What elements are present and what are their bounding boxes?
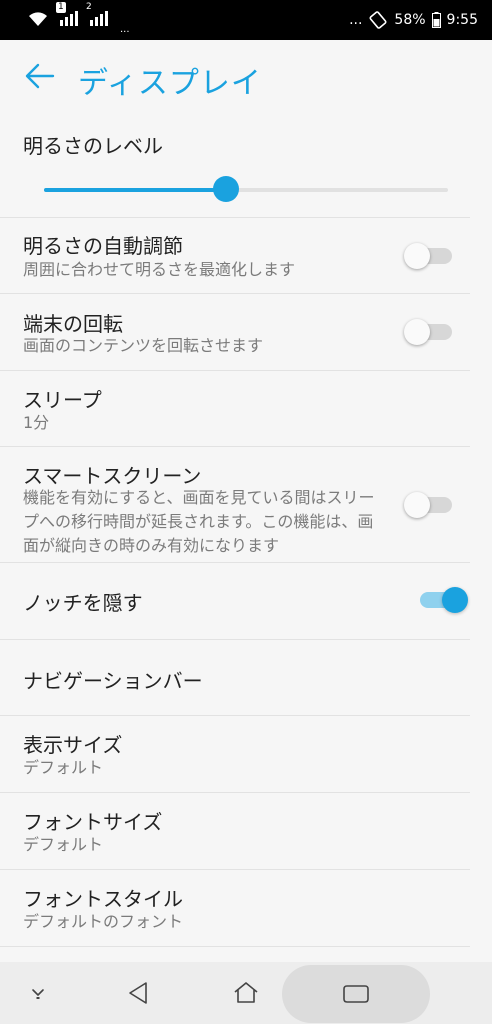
setting-font-style[interactable]: フォントスタイル デフォルトのフォント [0,870,492,946]
brightness-slider[interactable] [44,176,448,202]
system-navigation-bar [0,962,492,1024]
wifi-icon [29,12,47,26]
setting-title: スマートスクリーン [23,464,202,488]
slider-fill [44,188,226,192]
setting-subtitle: 画面のコンテンツを回転させます [23,336,264,355]
sim2-signal-icon: 2 [86,2,108,28]
nav-recents-button[interactable] [282,965,430,1023]
setting-subtitle: 1分 [23,413,50,432]
setting-display-size[interactable]: 表示サイズ デフォルト [0,716,492,792]
clock: 9:55 [446,12,478,28]
setting-font-size[interactable]: フォントサイズ デフォルト [0,793,492,869]
setting-subtitle: デフォルト [23,758,104,777]
setting-title: ナビゲーションバー [23,669,203,693]
recents-icon [343,985,369,1003]
brightness-section: 明るさのレベル [0,116,492,218]
arrow-left-icon [25,63,55,89]
notification-dots: ... [120,24,130,35]
setting-sleep[interactable]: スリープ 1分 [0,371,492,447]
setting-subtitle: 周囲に合わせて明るさを最適化します [23,260,296,279]
smart-screen-toggle[interactable] [404,491,456,519]
setting-smart-screen[interactable]: スマートスクリーン 機能を有効にすると、画面を見ている間はスリープへの移行時間が… [0,447,492,562]
brightness-label: 明るさのレベル [23,134,163,158]
setting-title: 明るさの自動調節 [23,234,183,258]
setting-title: 端末の回転 [23,312,123,336]
home-icon [234,982,258,1003]
setting-subtitle: 機能を有効にすると、画面を見ている間はスリープへの移行時間が延長されます。この機… [23,488,375,555]
sim1-signal-icon: 1 [56,2,78,28]
setting-title: ノッチを隠す [23,591,143,615]
setting-navigation-bar[interactable]: ナビゲーションバー [0,640,492,715]
nav-home-button[interactable] [223,962,269,1024]
auto-rotate-icon [369,11,387,29]
setting-title: フォントスタイル [23,887,183,911]
nav-back-button[interactable] [116,962,160,1024]
back-triangle-icon [129,982,147,1004]
chevron-down-icon [32,989,44,999]
toggle-knob [442,587,468,613]
setting-title: フォントサイズ [23,810,163,834]
page-title: ディスプレイ [78,66,262,101]
setting-auto-rotate[interactable]: 端末の回転 画面のコンテンツを回転させます [0,294,492,370]
hide-notch-toggle[interactable] [416,586,468,614]
slider-thumb[interactable] [212,176,239,202]
back-button[interactable] [20,56,60,96]
auto-rotate-toggle[interactable] [404,318,456,346]
toggle-knob [404,492,430,518]
auto-brightness-toggle[interactable] [404,242,456,270]
setting-title: 表示サイズ [23,733,123,757]
app-bar: ディスプレイ [0,40,492,116]
battery-percent: 58% [394,12,426,28]
status-bar: 1 2 ... ... 58% 9:55 [0,0,492,40]
divider [0,946,470,947]
setting-auto-brightness[interactable]: 明るさの自動調節 周囲に合わせて明るさを最適化します [0,218,492,294]
overflow-dots: ... [349,12,363,28]
toggle-knob [404,243,430,269]
setting-hide-notch[interactable]: ノッチを隠す [0,563,492,639]
toggle-knob [404,319,430,345]
setting-title: スリープ [23,388,102,412]
hide-navbar-button[interactable] [18,962,58,1024]
battery-icon [431,12,441,28]
setting-subtitle: デフォルトのフォント [23,912,184,931]
setting-subtitle: デフォルト [23,835,104,854]
